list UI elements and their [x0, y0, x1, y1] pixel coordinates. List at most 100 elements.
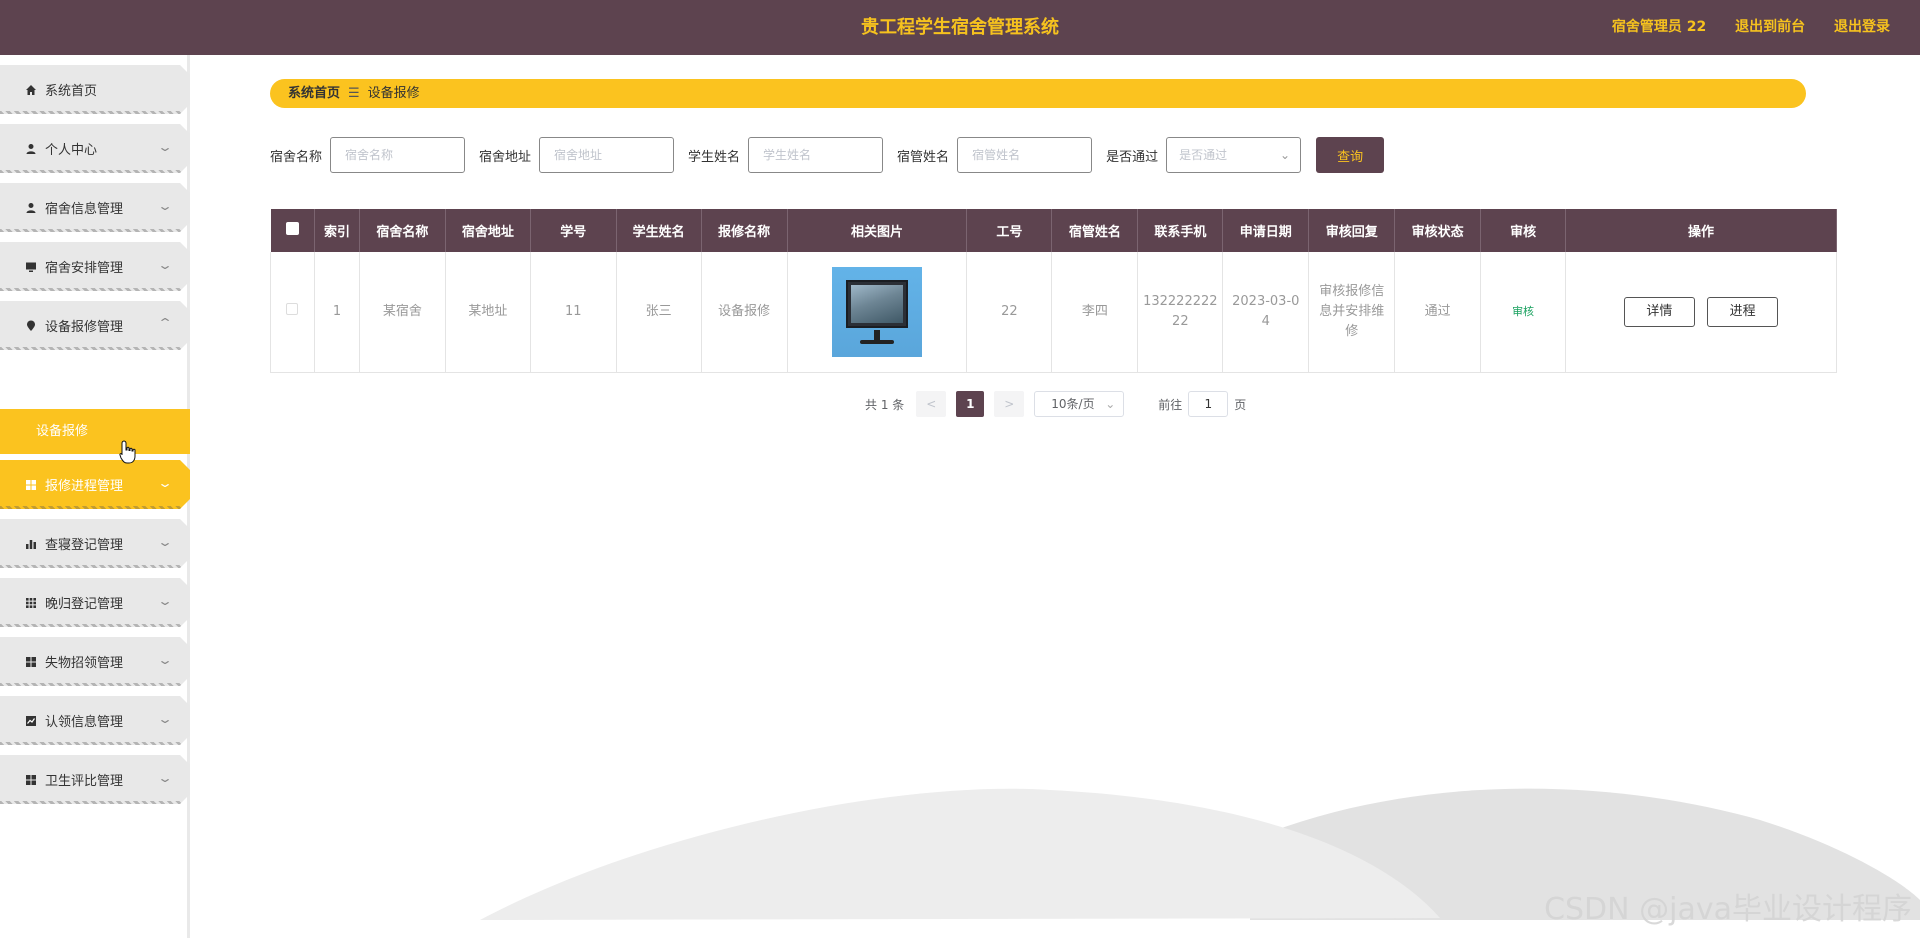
cell-dorm-address: 某地址: [445, 252, 531, 373]
student-name-input[interactable]: [748, 137, 884, 173]
row-select-cell: [270, 252, 315, 373]
page-size-select[interactable]: 10条/页 ⌄: [1034, 391, 1125, 417]
cell-audit: 审核: [1480, 252, 1567, 373]
total-count: 共 1 条: [865, 397, 905, 412]
column-header: 操作: [1565, 209, 1837, 252]
row-checkbox[interactable]: [286, 302, 299, 315]
sidebar-item-home[interactable]: 系统首页: [0, 65, 190, 114]
cell-index: 1: [314, 252, 360, 373]
repair-table: 索引 宿舍名称 宿舍地址 学号 学生姓名 报修名称 相关图片 工号 宿管姓名 联…: [270, 209, 1837, 373]
search-bar: 宿舍名称 宿舍地址 学生姓名 宿管姓名 是否通过 是否通过 ⌄ 查询: [270, 137, 1385, 173]
page-number-button[interactable]: 1: [956, 391, 985, 417]
select-all-checkbox[interactable]: [285, 222, 299, 235]
goto-page-input[interactable]: 1: [1188, 391, 1229, 417]
chevron-down-icon: ⌄: [156, 476, 174, 490]
next-page-button[interactable]: >: [994, 391, 1025, 417]
monitor-stand: [874, 329, 881, 340]
cell-image: [787, 252, 968, 373]
sidebar-item-label: 查寝登记管理: [45, 538, 124, 553]
manager-name-input[interactable]: [957, 137, 1093, 173]
logout-link[interactable]: 退出登录: [1834, 19, 1890, 35]
cell-manager-name: 李四: [1051, 252, 1139, 373]
sidebar-divider: [0, 170, 190, 173]
sidebar: 系统首页 个人中心 ⌄ 宿舍信息管理 ⌄ 宿舍安排管理 ⌄ 设备报修管理 ⌄ 设…: [0, 55, 190, 938]
chevron-down-icon: ⌄: [156, 258, 174, 272]
location-icon: [24, 319, 37, 332]
dorm-address-label: 宿舍地址: [479, 149, 532, 165]
chevron-down-icon: ⌄: [156, 653, 174, 667]
bar-chart-icon: [24, 537, 37, 550]
chevron-down-icon: ⌄: [156, 712, 174, 726]
cell-phone: 132222222 22: [1137, 252, 1224, 373]
query-button[interactable]: 查询: [1316, 137, 1385, 173]
sidebar-divider: [0, 624, 190, 627]
sidebar-item-equipment-repair[interactable]: 设备报修管理 ⌄: [0, 301, 190, 350]
breadcrumb-separator-icon: ☰: [348, 86, 360, 101]
sidebar-divider: [0, 288, 190, 291]
monitor-thumbnail[interactable]: [832, 266, 923, 357]
sidebar-item-personal-center[interactable]: 个人中心 ⌄: [0, 124, 190, 173]
home-icon: [24, 83, 37, 96]
breadcrumb-current: 设备报修: [367, 86, 420, 101]
sidebar-item-claim-info[interactable]: 认领信息管理 ⌄: [0, 696, 190, 745]
user-icon: [24, 201, 37, 214]
sidebar-item-label: 失物招领管理: [45, 656, 124, 671]
sidebar-item-dorm-info[interactable]: 宿舍信息管理 ⌄: [0, 183, 190, 232]
select-all-cell: [270, 209, 315, 252]
chevron-down-icon: ⌄: [156, 140, 174, 154]
sidebar-divider: [0, 565, 190, 568]
back-to-front-link[interactable]: 退出到前台: [1735, 19, 1805, 35]
sidebar-item-label: 系统首页: [45, 84, 98, 99]
column-header: 相关图片: [787, 209, 968, 252]
sidebar-item-dorm-check[interactable]: 查寝登记管理 ⌄: [0, 519, 190, 568]
passed-select[interactable]: 是否通过 ⌄: [1166, 137, 1302, 173]
detail-button[interactable]: 详情: [1623, 296, 1695, 327]
sidebar-divider: [0, 347, 190, 350]
submenu-equipment-repair[interactable]: 设备报修: [0, 409, 190, 454]
student-name-label: 学生姓名: [688, 149, 741, 165]
chevron-down-icon: ⌄: [156, 535, 174, 549]
table-row: 1 某宿舍 某地址 11 张三 设备报修 22 李四 132222222 22 …: [270, 252, 1837, 373]
chevron-down-icon: ⌄: [156, 594, 174, 608]
grid-icon: [24, 478, 37, 491]
sidebar-item-late-return[interactable]: 晚归登记管理 ⌄: [0, 578, 190, 627]
audit-link[interactable]: 审核: [1512, 305, 1534, 318]
cell-status: 通过: [1394, 252, 1482, 373]
breadcrumb-home[interactable]: 系统首页: [288, 86, 340, 101]
pagination: 共 1 条 < 1 > 10条/页 ⌄ 前往 1 页: [865, 391, 1246, 417]
sidebar-divider: [0, 111, 190, 114]
column-header: 审核: [1480, 209, 1567, 252]
chevron-down-icon: ⌄: [1280, 148, 1291, 162]
apps-icon: [24, 596, 37, 609]
sidebar-item-dorm-arrangement[interactable]: 宿舍安排管理 ⌄: [0, 242, 190, 291]
sidebar-item-repair-progress[interactable]: 报修进程管理 ⌄: [0, 460, 190, 509]
watermark: CSDN @java毕业设计程序: [1544, 892, 1912, 927]
monitor-screen: [846, 279, 909, 328]
sidebar-item-hygiene-rating[interactable]: 卫生评比管理 ⌄: [0, 755, 190, 804]
column-header: 索引: [314, 209, 360, 252]
hand-cursor-icon: [119, 440, 136, 464]
sidebar-item-label: 卫生评比管理: [45, 774, 124, 789]
monitor-base: [860, 339, 895, 344]
column-header: 学生姓名: [616, 209, 702, 252]
column-header: 报修名称: [701, 209, 788, 252]
page-size-value: 10条/页: [1051, 397, 1095, 411]
sidebar-divider: [0, 506, 190, 509]
column-header: 申请日期: [1222, 209, 1310, 252]
column-header: 宿管姓名: [1051, 209, 1139, 252]
sidebar-item-label: 设备报修管理: [45, 320, 124, 335]
sidebar-divider: [0, 801, 190, 804]
current-user[interactable]: 宿舍管理员 22: [1612, 19, 1706, 35]
dorm-name-input[interactable]: [330, 137, 466, 173]
sidebar-item-lost-found[interactable]: 失物招领管理 ⌄: [0, 637, 190, 686]
chevron-down-icon: ⌄: [156, 771, 174, 785]
progress-button[interactable]: 进程: [1707, 296, 1779, 327]
monitor-icon: [24, 260, 37, 273]
dorm-name-label: 宿舍名称: [270, 149, 323, 165]
prev-page-button[interactable]: <: [916, 391, 947, 417]
sidebar-divider: [0, 229, 190, 232]
column-header: 审核状态: [1394, 209, 1482, 252]
dorm-address-input[interactable]: [539, 137, 675, 173]
chevron-down-icon: ⌄: [1105, 397, 1116, 411]
sidebar-item-label: 认领信息管理: [45, 715, 124, 730]
